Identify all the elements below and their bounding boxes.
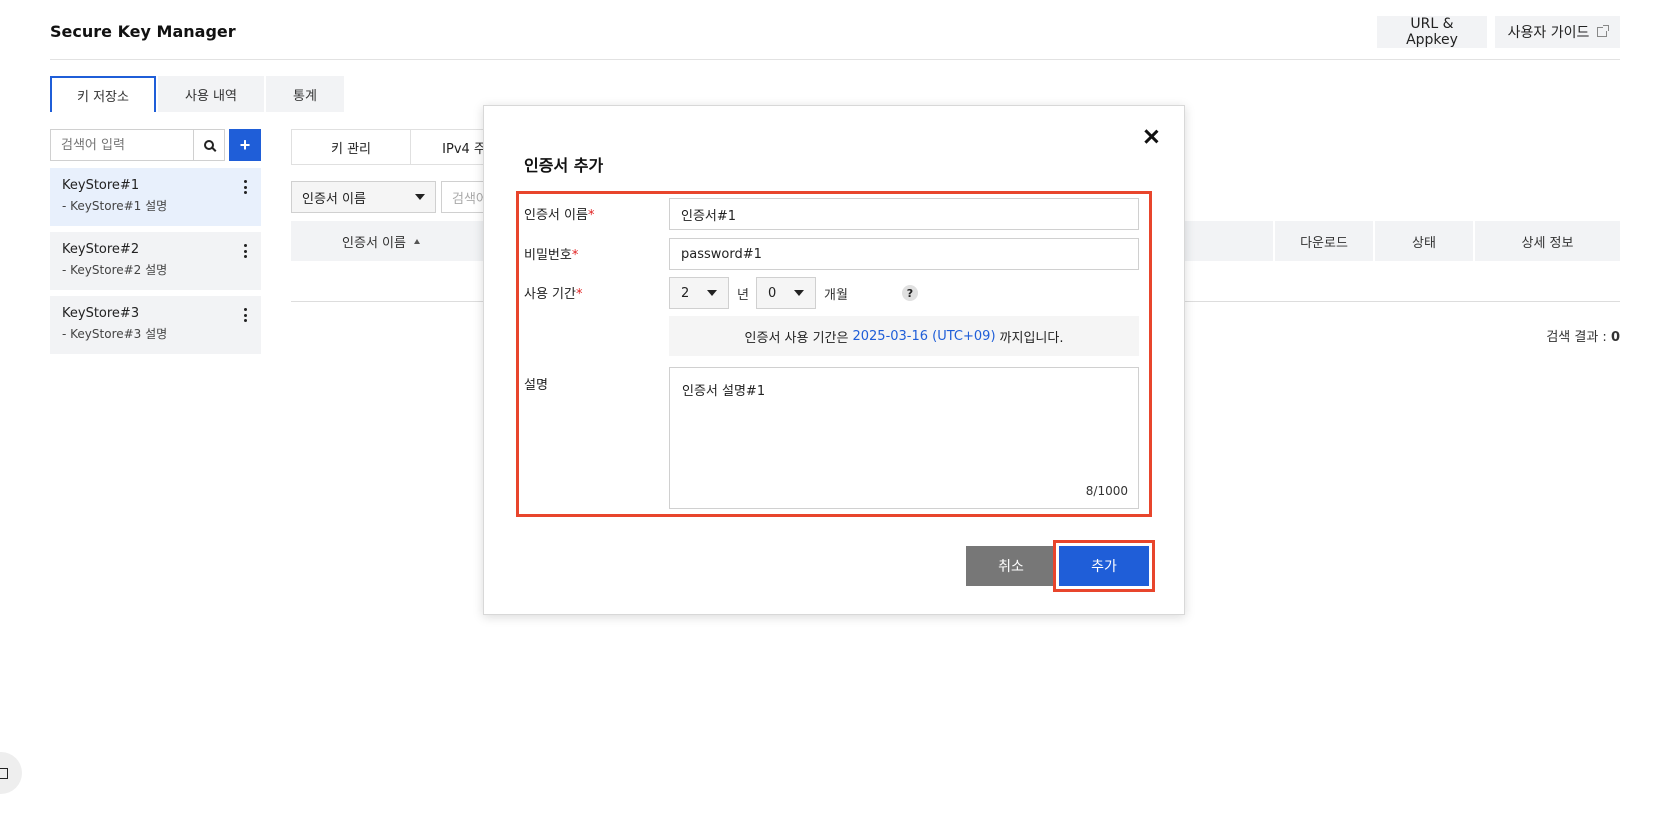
- tab-statistics[interactable]: 통계: [266, 76, 344, 112]
- keystore-desc: - KeyStore#3 설명: [62, 327, 168, 341]
- chevron-down-icon: [415, 194, 425, 200]
- desc-label: 설명: [524, 378, 548, 393]
- keystore-search-button[interactable]: [193, 129, 225, 161]
- chevron-down-icon: [707, 290, 717, 296]
- column-download: 다운로드: [1273, 221, 1373, 261]
- months-unit: 개월: [824, 288, 848, 303]
- keystore-list: KeyStore#1 - KeyStore#1 설명 KeyStore#2 - …: [50, 168, 261, 360]
- cert-name-label: 인증서 이름*: [524, 208, 595, 223]
- app-title: Secure Key Manager: [50, 22, 236, 41]
- period-label: 사용 기간*: [524, 287, 583, 302]
- kebab-menu-icon[interactable]: [243, 244, 247, 258]
- char-counter: 8/1000: [1085, 484, 1128, 498]
- search-result-count: 검색 결과 : 0: [1546, 326, 1620, 345]
- modal-title: 인증서 추가: [524, 156, 604, 175]
- keystore-desc: - KeyStore#2 설명: [62, 263, 168, 277]
- tab-usage-history[interactable]: 사용 내역: [158, 76, 264, 112]
- add-button-highlight: 추가: [1053, 540, 1155, 592]
- column-status: 상태: [1373, 221, 1473, 261]
- keystore-item-1[interactable]: KeyStore#1 - KeyStore#1 설명: [50, 168, 261, 226]
- expiry-prefix: 인증서 사용 기간은: [744, 330, 849, 346]
- period-months-select[interactable]: 0: [756, 277, 816, 309]
- expiry-info: 인증서 사용 기간은 2025-03-16 (UTC+09) 까지입니다.: [669, 316, 1139, 356]
- floating-action-button[interactable]: [0, 752, 22, 794]
- filter-select-value: 인증서 이름: [302, 191, 366, 207]
- kebab-menu-icon[interactable]: [243, 180, 247, 194]
- expiry-date: 2025-03-16 (UTC+09): [852, 328, 996, 344]
- keystore-desc: - KeyStore#1 설명: [62, 199, 168, 213]
- password-label: 비밀번호*: [524, 248, 579, 263]
- tab-keystore[interactable]: 키 저장소: [50, 76, 156, 112]
- keystore-name: KeyStore#2: [62, 242, 140, 257]
- column-details: 상세 정보: [1473, 221, 1620, 261]
- user-guide-button[interactable]: 사용자 가이드: [1495, 16, 1620, 48]
- expiry-suffix: 까지입니다.: [999, 330, 1064, 346]
- add-certificate-modal: 인증서 추가 인증서 이름* 인증서#1 비밀번호* password#1 사용…: [483, 105, 1185, 615]
- main-tabs: 키 저장소 사용 내역 통계: [50, 76, 346, 112]
- keystore-name: KeyStore#1: [62, 178, 140, 193]
- keystore-search-input[interactable]: [50, 129, 194, 161]
- cert-name-input[interactable]: 인증서#1: [669, 198, 1139, 230]
- add-keystore-button[interactable]: +: [229, 129, 261, 161]
- kebab-menu-icon[interactable]: [243, 308, 247, 322]
- sort-icon: [413, 238, 420, 244]
- app-header: Secure Key Manager URL & Appkey 사용자 가이드: [50, 14, 1620, 60]
- description-textarea[interactable]: 인증서 설명#1 8/1000: [669, 367, 1139, 509]
- filter-select[interactable]: 인증서 이름: [291, 181, 436, 213]
- external-link-icon: [1597, 25, 1610, 37]
- close-icon[interactable]: [1140, 126, 1162, 148]
- search-icon: [204, 140, 214, 150]
- add-button[interactable]: 추가: [1059, 546, 1149, 586]
- chevron-down-icon: [794, 290, 804, 296]
- period-years-select[interactable]: 2: [669, 277, 729, 309]
- result-label: 검색 결과 :: [1546, 330, 1607, 345]
- description-text: 인증서 설명#1: [682, 384, 766, 399]
- password-input[interactable]: password#1: [669, 238, 1139, 270]
- url-appkey-label: URL & Appkey: [1406, 16, 1458, 48]
- help-icon[interactable]: ?: [902, 285, 918, 301]
- certificate-form: 인증서 이름* 인증서#1 비밀번호* password#1 사용 기간* 2 …: [516, 191, 1152, 517]
- keystore-item-3[interactable]: KeyStore#3 - KeyStore#3 설명: [50, 296, 261, 354]
- result-number: 0: [1610, 330, 1620, 345]
- tab-key-management[interactable]: 키 관리: [291, 129, 411, 165]
- url-appkey-button[interactable]: URL & Appkey: [1377, 16, 1487, 48]
- years-unit: 년: [737, 288, 749, 303]
- cancel-button[interactable]: 취소: [966, 546, 1056, 586]
- user-guide-label: 사용자 가이드: [1507, 25, 1590, 41]
- column-cert-name[interactable]: 인증서 이름: [291, 221, 471, 261]
- column-label: 인증서 이름: [342, 235, 406, 251]
- keystore-name: KeyStore#3: [62, 306, 140, 321]
- keystore-item-2[interactable]: KeyStore#2 - KeyStore#2 설명: [50, 232, 261, 290]
